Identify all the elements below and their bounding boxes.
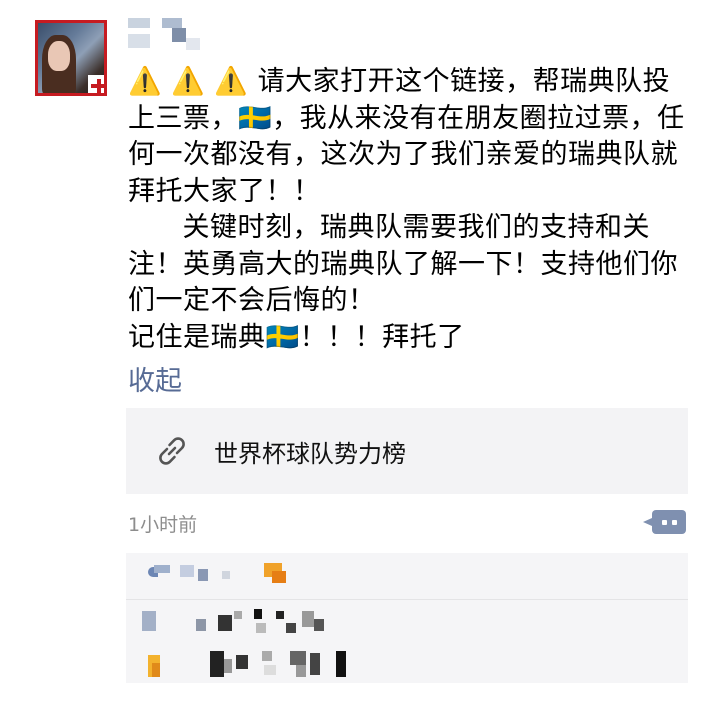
panel-divider bbox=[126, 599, 688, 600]
avatar-badge-cross bbox=[91, 84, 104, 88]
avatar[interactable] bbox=[35, 20, 107, 96]
link-title: 世界杯球队势力榜 bbox=[214, 439, 406, 468]
post-text: ⚠️ ⚠️ ⚠️ 请大家打开这个链接，帮瑞典队投上三票，🇸🇪，我从来没有在朋友圈… bbox=[128, 66, 685, 353]
username-blurred[interactable] bbox=[128, 18, 208, 52]
collapse-link[interactable]: 收起 bbox=[128, 359, 182, 398]
likes-comments-panel bbox=[126, 553, 688, 683]
comment-icon-dot bbox=[661, 519, 667, 525]
link-icon bbox=[159, 437, 185, 465]
shared-link-card[interactable]: 世界杯球队势力榜 bbox=[126, 408, 688, 494]
comment-icon[interactable] bbox=[643, 510, 686, 534]
post-timestamp: 1小时前 bbox=[128, 514, 198, 536]
comment-icon-dot bbox=[671, 519, 677, 525]
avatar-face bbox=[48, 41, 70, 71]
